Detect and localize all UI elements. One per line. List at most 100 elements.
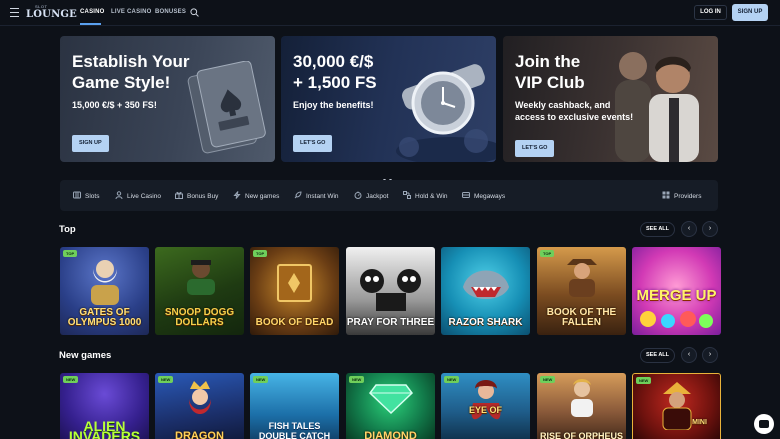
category-slots[interactable]: Slots [73,191,99,200]
providers-button[interactable]: Providers [662,191,701,200]
nav-active-indicator [80,23,101,25]
top-badge: TOP [540,250,555,257]
category-instant-win[interactable]: Instant Win [294,191,339,200]
game-card[interactable]: NEW DIAMOND [346,373,435,439]
banner-subtitle: Enjoy the benefits! [293,100,374,110]
game-card[interactable]: NEW EYE OF [441,373,530,439]
banner-subtitle: 15,000 €/$ + 350 FS! [72,100,157,110]
banner-title-line1: 30,000 €/$ [293,52,374,71]
diamond-icon [369,384,413,415]
search-icon[interactable] [190,8,199,17]
banner-signup-button[interactable]: SIGN UP [72,135,109,152]
nav-casino[interactable]: CASINO [80,9,105,15]
top-badge: TOP [253,250,268,257]
banner-subtitle: Weekly cashback, and access to exclusive… [515,99,645,123]
logo-word: LOUNGE [26,9,77,20]
nav-live-casino[interactable]: LIVE CASINO [111,9,152,15]
hold-win-icon [403,191,411,199]
new-badge: NEW [158,376,174,383]
character-icon [187,260,215,295]
lightning-icon [233,191,241,199]
game-card[interactable]: TOP GATES OF OLYMPUS 1000 [60,247,149,335]
new-badge: NEW [349,376,365,383]
category-label: Slots [85,193,100,200]
banner-title: Join the VIP Club [515,51,645,93]
category-label: New games [245,193,280,200]
category-bonus-buy[interactable]: Bonus Buy [175,191,218,200]
see-all-new-button[interactable]: SEE ALL [640,348,675,363]
providers-label: Providers [674,193,702,200]
grid-icon [662,191,670,199]
promo-banner-welcome[interactable]: Establish Your Game Style! 15,000 €/$ + … [60,36,275,162]
category-label: Live Casino [127,193,161,200]
see-all-top-button[interactable]: SEE ALL [640,222,675,237]
game-title: RAZOR SHARK [448,317,523,328]
category-label: Megaways [474,193,506,200]
new-next-arrow[interactable]: › [702,347,718,363]
site-logo[interactable]: SLOT LOUNGE [26,4,77,22]
shark-icon [463,270,509,299]
slots-icon [73,191,81,199]
game-card[interactable]: NEW FISH TALES DOUBLE CATCH [250,373,339,439]
category-live-casino[interactable]: Live Casino [115,191,161,200]
category-new-games[interactable]: New games [233,191,279,200]
category-megaways[interactable]: Megaways [462,191,505,200]
banner-title-line1: Join the [515,52,581,71]
game-card[interactable]: RAZOR SHARK [441,247,530,335]
banner-subtitle-line2: access to exclusive events! [515,112,634,122]
game-card[interactable]: PRAY FOR THREE [346,247,435,335]
banner-title-line2: Game Style! [72,73,171,92]
queen-icon [189,381,211,414]
category-jackpot[interactable]: Jackpot [354,191,388,200]
game-card[interactable]: SNOOP DOGG DOLLARS [155,247,244,335]
top-next-arrow[interactable]: › [702,221,718,237]
banner-title: Establish Your Game Style! [72,51,202,93]
new-badge: NEW [636,377,652,384]
category-hold-and-win[interactable]: Hold & Win [403,191,448,200]
menu-icon[interactable] [10,8,19,17]
category-label: Bonus Buy [187,193,219,200]
banner-title: 30,000 €/$ + 1,500 FS [293,51,423,93]
chat-support-button[interactable] [754,414,774,434]
top-prev-arrow[interactable]: ‹ [681,221,697,237]
zeus-figure-icon [91,260,119,305]
game-card[interactable]: NEW MINI [632,373,721,439]
promo-banner-vip[interactable]: Join the VIP Club Weekly cashback, and a… [503,36,718,162]
game-card[interactable]: TOP BOOK OF THE FALLEN [537,247,626,335]
banner-title-line2: VIP Club [515,73,585,92]
promo-banner-bonus[interactable]: 30,000 €/$ + 1,500 FS Enjoy the benefits… [281,36,496,162]
game-title: RISE OF ORPHEUS [539,431,623,439]
chat-icon [759,420,769,428]
signup-button[interactable]: SIGN UP [732,4,768,21]
game-title: DIAMOND [364,430,417,439]
game-title: EYE OF [468,405,502,415]
banner-letsgo-button[interactable]: LET'S GO [515,140,555,157]
game-card[interactable]: MERGE UP [632,247,721,335]
category-label: Jackpot [366,193,389,200]
top-navigation-bar: SLOT LOUNGE CASINO LIVE CASINO BONUSES L… [0,0,780,26]
game-card[interactable]: NEW ALIEN INVADERS [60,373,149,439]
nav-bonuses[interactable]: BONUSES [155,9,186,15]
dealer-icon [115,191,123,199]
game-title: DRAGON [175,430,224,439]
game-card[interactable]: TOP BOOK OF DEAD [250,247,339,335]
megaways-icon [462,192,470,198]
jackpot-icon [354,191,362,199]
golden-book-icon [277,264,312,302]
game-title: GATES OF OLYMPUS 1000 [67,307,142,328]
cartoon-devils-icon [360,269,421,311]
game-card[interactable]: NEW RISE OF ORPHEUS [537,373,626,439]
new-prev-arrow[interactable]: ‹ [681,347,697,363]
game-title: MINI [692,419,707,426]
category-label: Hold & Win [415,193,448,200]
section-title-new-games: New games [59,350,112,361]
game-title: PRAY FOR THREE [346,317,435,328]
category-label: Instant Win [306,193,339,200]
game-card[interactable]: NEW DRAGON [155,373,244,439]
banner-letsgo-button[interactable]: LET'S GO [293,135,333,152]
game-title: SNOOP DOGG DOLLARS [164,307,235,328]
banner-title-line2: + 1,500 FS [293,73,377,92]
login-button[interactable]: LOG IN [694,5,727,20]
orpheus-icon [571,379,593,417]
gems-icon [640,311,713,328]
